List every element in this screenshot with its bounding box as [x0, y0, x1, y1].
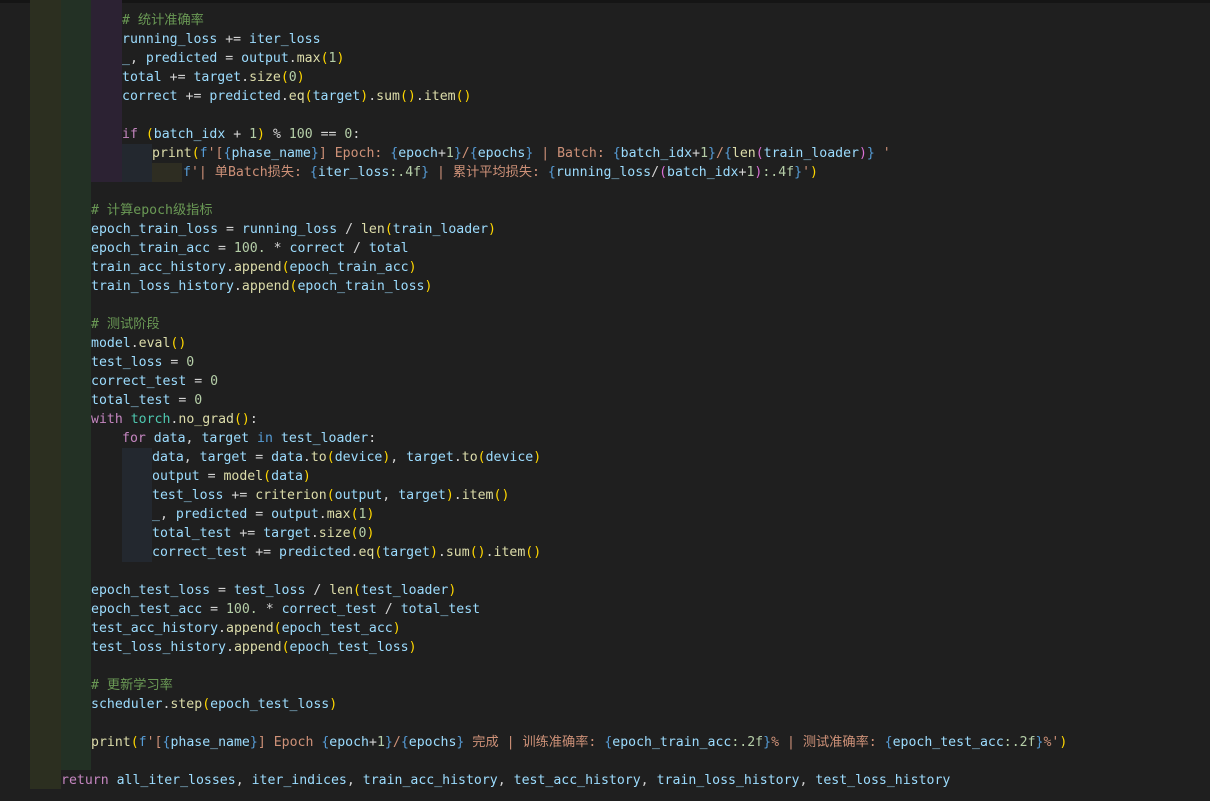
code-line[interactable]	[0, 657, 1210, 676]
code-line[interactable]: total_test += target.size(0)	[0, 524, 1210, 543]
code-text: total_test += target.size(0)	[152, 526, 375, 541]
code-line[interactable]: correct += predicted.eq(target).sum().it…	[0, 87, 1210, 106]
code-line[interactable]: model.eval()	[0, 334, 1210, 353]
comment: # 更新学习率	[91, 678, 173, 693]
code-line[interactable]: return all_iter_losses, iter_indices, tr…	[0, 771, 1210, 790]
code-text: correct += predicted.eq(target).sum().it…	[122, 89, 472, 104]
code-text: epoch_train_acc = 100. * correct / total	[91, 241, 409, 256]
code-line[interactable]: epoch_train_acc = 100. * correct / total	[0, 239, 1210, 258]
code-line[interactable]: epoch_test_acc = 100. * correct_test / t…	[0, 600, 1210, 619]
code-line[interactable]: scheduler.step(epoch_test_loss)	[0, 695, 1210, 714]
code-line[interactable]: train_loss_history.append(epoch_train_lo…	[0, 277, 1210, 296]
code-text: test_loss = 0	[91, 355, 195, 370]
code-text: train_acc_history.append(epoch_train_acc…	[91, 260, 417, 275]
code-line[interactable]: test_acc_history.append(epoch_test_acc)	[0, 619, 1210, 638]
code-line[interactable]: print(f'[{phase_name}] Epoch: {epoch+1}/…	[0, 144, 1210, 163]
code-text: with torch.no_grad():	[91, 412, 258, 427]
code-line[interactable]: # 测试阶段	[0, 315, 1210, 334]
code-text: if (batch_idx + 1) % 100 == 0:	[122, 127, 361, 142]
code-line[interactable]: # 更新学习率	[0, 676, 1210, 695]
code-line[interactable]: test_loss_history.append(epoch_test_loss…	[0, 638, 1210, 657]
code-line[interactable]: if (batch_idx + 1) % 100 == 0:	[0, 125, 1210, 144]
code-line[interactable]: print(f'[{phase_name}] Epoch {epoch+1}/{…	[0, 733, 1210, 752]
code-text: epoch_test_loss = test_loss / len(test_l…	[91, 583, 457, 598]
code-text: epoch_test_acc = 100. * correct_test / t…	[91, 602, 481, 617]
code-line[interactable]: correct_test = 0	[0, 372, 1210, 391]
code-editor[interactable]: # 统计准确率 running_loss += iter_loss _, pre…	[0, 0, 1210, 801]
code-text: correct_test += predicted.eq(target).sum…	[152, 545, 542, 560]
code-line[interactable]	[0, 562, 1210, 581]
code-text: return all_iter_losses, iter_indices, tr…	[61, 773, 951, 788]
code-text: train_loss_history.append(epoch_train_lo…	[91, 279, 433, 294]
code-line[interactable]: test_loss += criterion(output, target).i…	[0, 486, 1210, 505]
code-line[interactable]: _, predicted = output.max(1)	[0, 49, 1210, 68]
code-line[interactable]: # 计算epoch级指标	[0, 201, 1210, 220]
code-text: for data, target in test_loader:	[122, 431, 377, 446]
code-line[interactable]	[0, 296, 1210, 315]
code-text: epoch_train_loss = running_loss / len(tr…	[91, 222, 496, 237]
code-text: total += target.size(0)	[122, 70, 305, 85]
code-line[interactable]: running_loss += iter_loss	[0, 30, 1210, 49]
code-line[interactable]: test_loss = 0	[0, 353, 1210, 372]
code-text: test_acc_history.append(epoch_test_acc)	[91, 621, 401, 636]
code-area[interactable]: # 统计准确率 running_loss += iter_loss _, pre…	[0, 11, 1210, 790]
code-text: running_loss += iter_loss	[122, 32, 321, 47]
code-line[interactable]: data, target = data.to(device), target.t…	[0, 448, 1210, 467]
code-text: _, predicted = output.max(1)	[122, 51, 345, 66]
code-text: print(f'[{phase_name}] Epoch {epoch+1}/{…	[91, 735, 1068, 750]
code-text: scheduler.step(epoch_test_loss)	[91, 697, 338, 712]
code-text: _, predicted = output.max(1)	[152, 507, 375, 522]
code-text: print(f'[{phase_name}] Epoch: {epoch+1}/…	[152, 146, 891, 161]
code-line[interactable]: total += target.size(0)	[0, 68, 1210, 87]
code-line[interactable]: epoch_test_loss = test_loss / len(test_l…	[0, 581, 1210, 600]
code-text: test_loss += criterion(output, target).i…	[152, 488, 510, 503]
code-line[interactable]: with torch.no_grad():	[0, 410, 1210, 429]
code-text: f'| 单Batch损失: {iter_loss:.4f} | 累计平均损失: …	[183, 165, 818, 180]
comment: # 计算epoch级指标	[91, 203, 213, 218]
code-line[interactable]	[0, 752, 1210, 771]
code-line[interactable]: epoch_train_loss = running_loss / len(tr…	[0, 220, 1210, 239]
code-text: model.eval()	[91, 336, 187, 351]
code-text: correct_test = 0	[91, 374, 219, 389]
code-line[interactable]: f'| 单Batch损失: {iter_loss:.4f} | 累计平均损失: …	[0, 163, 1210, 182]
comment: # 统计准确率	[122, 13, 204, 28]
code-line[interactable]	[0, 182, 1210, 201]
code-text: test_loss_history.append(epoch_test_loss…	[91, 640, 417, 655]
comment: # 测试阶段	[91, 317, 160, 332]
code-line[interactable]: for data, target in test_loader:	[0, 429, 1210, 448]
code-line[interactable]	[0, 714, 1210, 733]
code-line[interactable]: # 统计准确率	[0, 11, 1210, 30]
code-text: output = model(data)	[152, 469, 311, 484]
code-line[interactable]: _, predicted = output.max(1)	[0, 505, 1210, 524]
code-line[interactable]	[0, 106, 1210, 125]
code-line[interactable]: train_acc_history.append(epoch_train_acc…	[0, 258, 1210, 277]
code-line[interactable]: total_test = 0	[0, 391, 1210, 410]
code-text: total_test = 0	[91, 393, 203, 408]
editor-top-border	[0, 0, 1210, 3]
code-line[interactable]: correct_test += predicted.eq(target).sum…	[0, 543, 1210, 562]
code-line[interactable]: output = model(data)	[0, 467, 1210, 486]
code-text: data, target = data.to(device), target.t…	[152, 450, 542, 465]
